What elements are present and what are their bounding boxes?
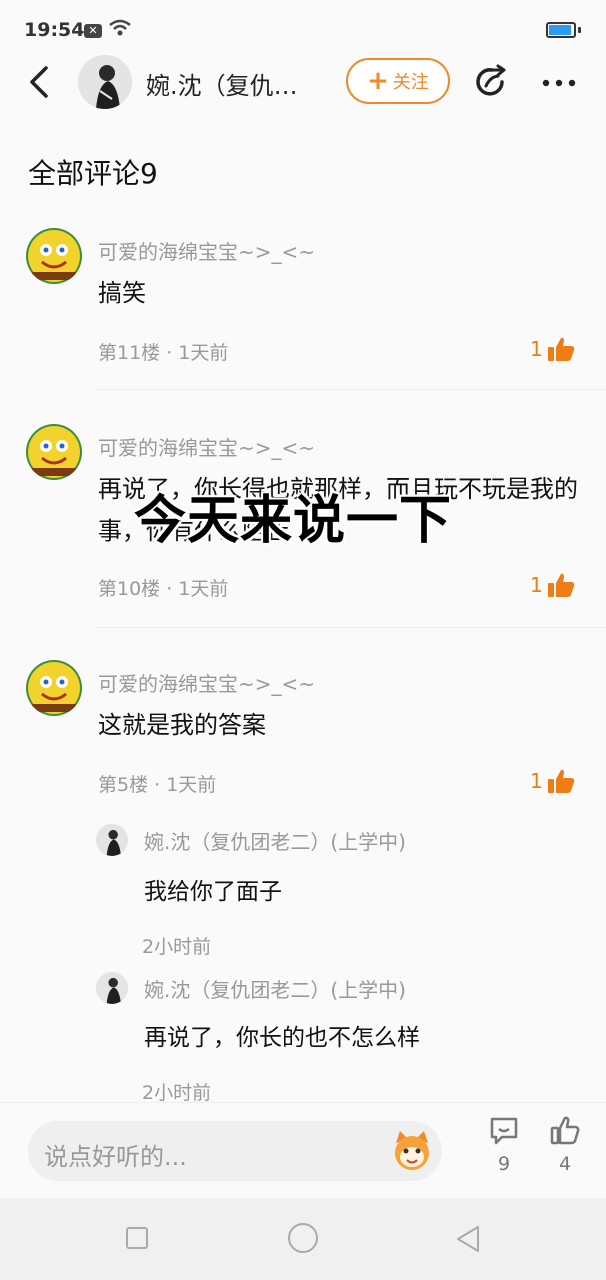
commenter-avatar[interactable] — [26, 424, 82, 480]
back-icon[interactable] — [24, 64, 54, 100]
reply-avatar[interactable] — [96, 972, 128, 1004]
commenter-avatar[interactable] — [26, 228, 82, 284]
like-button[interactable]: 1 — [530, 336, 575, 362]
likes-stat[interactable]: 4 — [543, 1115, 587, 1175]
share-icon[interactable] — [472, 64, 510, 102]
reply-text: 我给你了面子 — [144, 879, 282, 905]
divider — [96, 389, 606, 390]
comment-bar: 说点好听的... 9 4 — [0, 1102, 606, 1199]
commenter-name[interactable]: 可爱的海绵宝宝~>_<~ — [98, 668, 315, 697]
back-nav-icon[interactable] — [454, 1224, 482, 1254]
header: 婉.沈（复仇… + 关注 — [0, 50, 606, 116]
comment-text: 这就是我的答案 — [98, 711, 266, 739]
reply-avatar[interactable] — [96, 824, 128, 856]
comment-icon — [490, 1117, 518, 1145]
reply-time: 2小时前 — [142, 1082, 212, 1104]
emoji-mascot-icon[interactable] — [390, 1129, 434, 1173]
input-placeholder: 说点好听的... — [44, 1143, 187, 1171]
follow-label: 关注 — [392, 72, 429, 93]
thumbs-up-icon — [547, 769, 574, 793]
home-button[interactable] — [288, 1223, 318, 1253]
status-time: 19:54 — [24, 19, 85, 41]
like-button[interactable]: 1 — [530, 768, 575, 794]
plus-icon: + — [367, 66, 389, 96]
comment-count: 9 — [497, 1153, 511, 1175]
like-count: 1 — [530, 769, 543, 793]
like-count: 1 — [530, 337, 543, 361]
comment-meta: 第5楼 · 1天前 — [98, 774, 217, 796]
like-button[interactable]: 1 — [530, 572, 575, 598]
wifi-icon — [109, 19, 131, 36]
comment-meta: 第11楼 · 1天前 — [98, 342, 229, 364]
section-title: 全部评论9 — [28, 157, 158, 190]
commenter-name[interactable]: 可爱的海绵宝宝~>_<~ — [98, 236, 315, 265]
divider — [96, 627, 606, 628]
comment-meta: 第10楼 · 1天前 — [98, 578, 229, 600]
author-name[interactable]: 婉.沈（复仇… — [146, 66, 298, 101]
comment-input[interactable]: 说点好听的... — [28, 1121, 442, 1181]
reply-user[interactable]: 婉.沈（复仇团老二）(上学中) — [144, 974, 406, 1003]
more-icon[interactable] — [540, 64, 578, 102]
reply-time: 2小时前 — [142, 936, 212, 958]
notification-icon: ✕ — [84, 24, 102, 38]
caption-overlay: 今天来说一下 — [134, 491, 453, 551]
reply-user[interactable]: 婉.沈（复仇团老二）(上学中) — [144, 826, 406, 855]
like-count: 1 — [530, 573, 543, 597]
commenter-avatar[interactable] — [26, 660, 82, 716]
like-total: 4 — [558, 1153, 572, 1175]
author-avatar[interactable] — [78, 55, 132, 109]
comment-text: 搞笑 — [98, 279, 146, 307]
commenter-name[interactable]: 可爱的海绵宝宝~>_<~ — [98, 432, 315, 461]
comments-stat[interactable]: 9 — [482, 1115, 526, 1175]
system-nav-bar — [0, 1198, 606, 1280]
follow-button[interactable]: + 关注 — [346, 58, 450, 104]
thumbs-up-icon — [550, 1116, 580, 1145]
thumbs-up-icon — [547, 573, 574, 597]
recent-apps-button[interactable] — [126, 1227, 148, 1249]
thumbs-up-icon — [547, 337, 574, 361]
battery-icon — [546, 22, 576, 38]
reply-text: 再说了，你长的也不怎么样 — [144, 1025, 420, 1051]
